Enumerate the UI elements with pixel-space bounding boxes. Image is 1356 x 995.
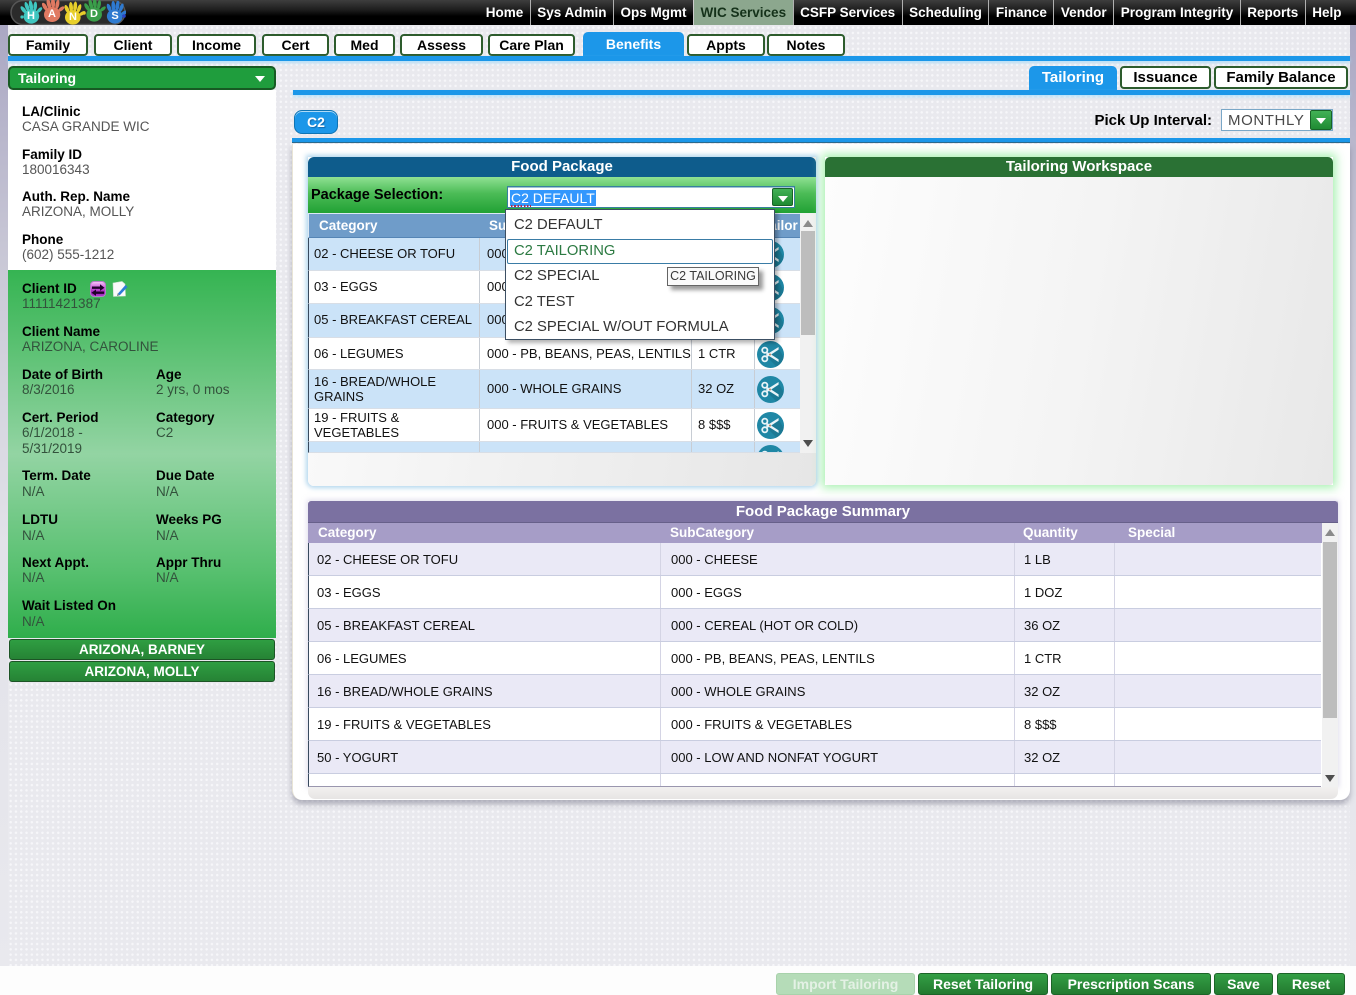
svg-text:H: H xyxy=(27,10,35,22)
svg-text:A: A xyxy=(48,8,56,20)
svg-text:D: D xyxy=(90,8,98,20)
svg-text:N: N xyxy=(69,11,77,23)
svg-text:S: S xyxy=(111,10,118,22)
